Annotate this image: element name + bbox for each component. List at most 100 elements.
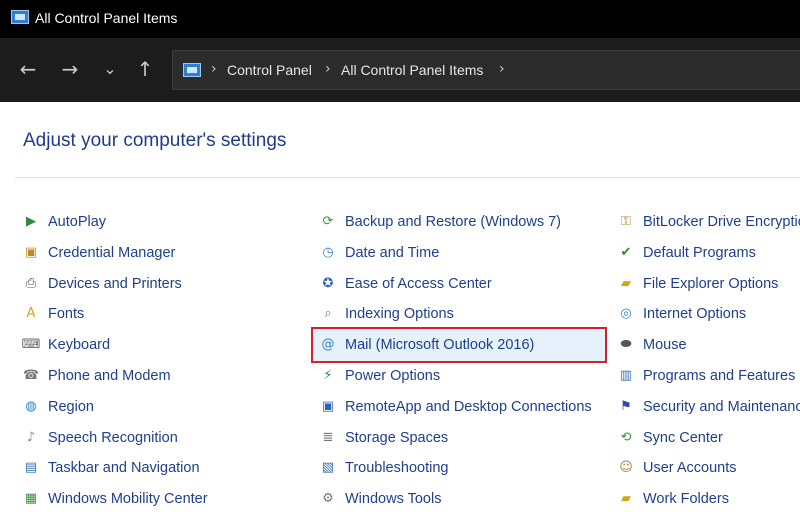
- control-panel-item-label[interactable]: Backup and Restore (Windows 7): [345, 214, 561, 230]
- flag-icon: ⚑: [620, 398, 632, 414]
- control-panel-icon: [183, 63, 201, 77]
- control-panel-item[interactable]: ✪ Ease of Access Center: [319, 271, 492, 297]
- control-panel-item[interactable]: ≣ Storage Spaces: [319, 425, 449, 451]
- troubleshoot-icon: ▧: [321, 460, 335, 476]
- control-panel-item[interactable]: A Fonts: [22, 301, 85, 327]
- control-panel-item-label[interactable]: Default Programs: [643, 245, 756, 261]
- mouse-icon: ⬬: [620, 337, 632, 353]
- control-panel-item-label[interactable]: Programs and Features: [643, 368, 795, 384]
- control-panel-item[interactable]: ⟳ Backup and Restore (Windows 7): [319, 209, 561, 235]
- control-panel-item-label[interactable]: Keyboard: [48, 337, 110, 353]
- control-panel-item[interactable]: ⚑ Security and Maintenance: [617, 394, 800, 420]
- control-panel-item-label[interactable]: AutoPlay: [48, 214, 106, 230]
- control-panel-item[interactable]: ▧ Troubleshooting: [319, 455, 449, 481]
- control-panel-item-label[interactable]: File Explorer Options: [643, 276, 778, 292]
- clock-icon: ◷: [322, 244, 334, 260]
- control-panel-item-label[interactable]: Windows Tools: [345, 491, 441, 507]
- control-panel-item[interactable]: ▰ Work Folders: [617, 486, 729, 512]
- region-icon: ◍: [25, 398, 37, 414]
- phone-icon: ☎: [22, 368, 40, 383]
- window-title: All Control Panel Items: [35, 10, 178, 26]
- control-panel-item[interactable]: ⚿ BitLocker Drive Encryption: [617, 209, 800, 235]
- title-bar: All Control Panel Items: [0, 0, 800, 38]
- control-panel-item[interactable]: ☺ User Accounts: [617, 455, 737, 481]
- control-panel-item-label[interactable]: Taskbar and Navigation: [48, 460, 200, 476]
- bitlocker-icon: ⚿: [621, 214, 631, 229]
- control-panel-item[interactable]: @ Mail (Microsoft Outlook 2016): [319, 332, 535, 358]
- control-panel-item[interactable]: ⌨ Keyboard: [22, 332, 110, 358]
- internet-icon: ◎: [620, 306, 632, 322]
- control-panel-item[interactable]: ✔ Default Programs: [617, 240, 756, 266]
- control-panel-item-label[interactable]: Phone and Modem: [48, 368, 171, 384]
- control-panel-item[interactable]: ◎ Internet Options: [617, 301, 746, 327]
- control-panel-item[interactable]: ⚡ Power Options: [319, 363, 440, 389]
- control-panel-item[interactable]: ▰ File Explorer Options: [617, 271, 778, 297]
- storage-icon: ≣: [322, 429, 334, 445]
- control-panel-item[interactable]: ⚙ Windows Tools: [319, 486, 441, 512]
- mobility-icon: ▦: [24, 491, 38, 507]
- control-panel-item-label[interactable]: Credential Manager: [48, 245, 175, 261]
- control-panel-item-label[interactable]: Date and Time: [345, 245, 439, 261]
- control-panel-item-label[interactable]: Indexing Options: [345, 306, 454, 322]
- control-panel-item-label[interactable]: Internet Options: [643, 306, 746, 322]
- user-accounts-icon: ☺: [619, 460, 633, 476]
- page-title: Adjust your computer's settings: [23, 130, 287, 151]
- back-arrow-icon[interactable]: ←: [15, 56, 41, 82]
- control-panel-item[interactable]: ▣ RemoteApp and Desktop Connections: [319, 394, 592, 420]
- default-programs-icon: ✔: [620, 244, 632, 260]
- tools-icon: ⚙: [322, 491, 334, 507]
- control-panel-item-label[interactable]: BitLocker Drive Encryption: [643, 214, 800, 230]
- control-panel-item[interactable]: ▶ AutoPlay: [22, 209, 106, 235]
- control-panel-item[interactable]: ◷ Date and Time: [319, 240, 439, 266]
- control-panel-item[interactable]: ◍ Region: [22, 394, 94, 420]
- control-panel-item[interactable]: ▦ Windows Mobility Center: [22, 486, 208, 512]
- work-folders-icon: ▰: [621, 491, 631, 507]
- control-panel-item-label[interactable]: Fonts: [48, 306, 84, 322]
- control-panel-item-label[interactable]: Speech Recognition: [48, 430, 178, 446]
- microphone-icon: ♪: [26, 429, 36, 445]
- control-panel-item[interactable]: ⎙ Devices and Printers: [22, 271, 182, 297]
- control-panel-item-label[interactable]: Troubleshooting: [345, 460, 448, 476]
- up-arrow-icon[interactable]: ↑: [132, 56, 158, 82]
- control-panel-item-label[interactable]: Storage Spaces: [345, 430, 448, 446]
- control-panel-item-label[interactable]: Mail (Microsoft Outlook 2016): [345, 337, 534, 353]
- chevron-right-icon[interactable]: ›: [325, 61, 331, 77]
- forward-arrow-icon[interactable]: →: [57, 56, 83, 82]
- control-panel-item-label[interactable]: User Accounts: [643, 460, 737, 476]
- programs-icon: ▥: [619, 368, 633, 383]
- control-panel-item[interactable]: ⌕ Indexing Options: [319, 301, 454, 327]
- breadcrumb-control-panel[interactable]: Control Panel: [227, 62, 312, 78]
- chevron-down-icon[interactable]: ⌄: [97, 56, 123, 82]
- control-panel-item[interactable]: ▣ Credential Manager: [22, 240, 176, 266]
- control-panel-item-label[interactable]: Sync Center: [643, 430, 723, 446]
- backup-icon: ⟳: [322, 214, 334, 229]
- control-panel-item-label[interactable]: Region: [48, 399, 94, 415]
- mail-icon: @: [321, 337, 335, 353]
- breadcrumb-all-items[interactable]: All Control Panel Items: [341, 62, 483, 78]
- folder-options-icon: ▰: [621, 275, 631, 291]
- control-panel-item-label[interactable]: Mouse: [643, 337, 687, 353]
- control-panel-item[interactable]: ⬬ Mouse: [617, 332, 687, 358]
- control-panel-item[interactable]: ⟲ Sync Center: [617, 425, 723, 451]
- control-panel-item-label[interactable]: Work Folders: [643, 491, 729, 507]
- accessibility-icon: ✪: [322, 275, 334, 291]
- control-panel-item[interactable]: ▥ Programs and Features: [617, 363, 795, 389]
- control-panel-item-label[interactable]: Ease of Access Center: [345, 276, 492, 292]
- control-panel-item-label[interactable]: RemoteApp and Desktop Connections: [345, 399, 592, 415]
- navigation-bar: ← → ⌄ ↑ › Control Panel › All Control Pa…: [0, 38, 800, 102]
- control-panel-item[interactable]: ♪ Speech Recognition: [22, 425, 178, 451]
- control-panel-item-label[interactable]: Windows Mobility Center: [48, 491, 208, 507]
- keyboard-icon: ⌨: [21, 337, 41, 353]
- divider: [15, 177, 800, 178]
- control-panel-item-label[interactable]: Power Options: [345, 368, 440, 384]
- chevron-right-icon[interactable]: ›: [499, 61, 505, 77]
- control-panel-item-label[interactable]: Devices and Printers: [48, 276, 182, 292]
- power-icon: ⚡: [323, 368, 333, 383]
- credential-icon: ▣: [24, 244, 38, 260]
- address-bar[interactable]: › Control Panel › All Control Panel Item…: [172, 50, 800, 90]
- indexing-icon: ⌕: [324, 306, 332, 322]
- control-panel-item[interactable]: ☎ Phone and Modem: [22, 363, 171, 389]
- autoplay-icon: ▶: [26, 214, 36, 229]
- control-panel-item-label[interactable]: Security and Maintenance: [643, 399, 800, 415]
- control-panel-item[interactable]: ▤ Taskbar and Navigation: [22, 455, 200, 481]
